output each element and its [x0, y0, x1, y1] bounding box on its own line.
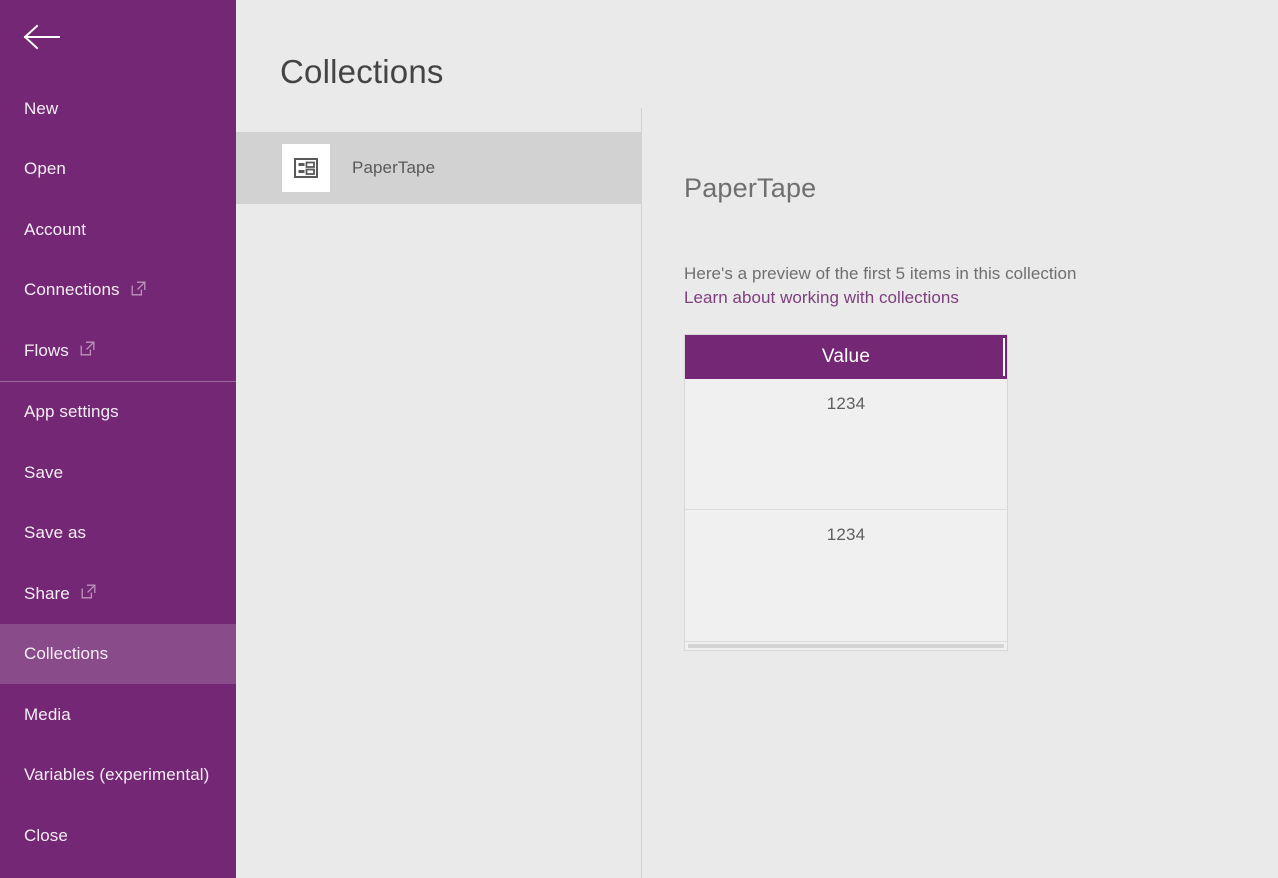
sidebar-item-share[interactable]: Share	[0, 563, 236, 624]
sidebar-item-connections[interactable]: Connections	[0, 260, 236, 321]
sidebar: New Open Account Connections Flows App settin…	[0, 0, 236, 878]
column-resize-handle[interactable]	[1003, 338, 1005, 376]
open-in-new-window-icon	[80, 341, 95, 361]
back-button[interactable]	[0, 0, 236, 78]
sidebar-item-variables-experimental[interactable]: Variables (experimental)	[0, 745, 236, 806]
open-in-new-window-icon	[81, 584, 96, 604]
panel-divider	[641, 108, 642, 878]
sidebar-item-label: Connections	[24, 281, 120, 298]
table-grid-icon	[282, 144, 330, 192]
sidebar-item-save[interactable]: Save	[0, 442, 236, 503]
sidebar-item-label: App settings	[24, 403, 119, 420]
sidebar-item-label: Collections	[24, 645, 108, 662]
page-title: Collections	[280, 55, 444, 88]
table-cell: 1234	[827, 525, 866, 641]
collection-name-heading: PaperTape	[684, 175, 1278, 202]
scrollbar-thumb[interactable]	[688, 644, 1004, 648]
collection-list-item-label: PaperTape	[352, 158, 435, 178]
table-body: 1234 1234	[685, 379, 1007, 641]
sidebar-item-open[interactable]: Open	[0, 139, 236, 200]
table-header-row: Value	[685, 335, 1007, 379]
open-in-new-window-icon	[131, 281, 146, 301]
collection-list: PaperTape	[236, 132, 641, 878]
preview-note: Here's a preview of the first 5 items in…	[684, 264, 1278, 283]
sidebar-item-label: Variables (experimental)	[24, 766, 209, 783]
main-content: Collections PaperTape PaperTape Here's a…	[236, 0, 1278, 878]
table-row[interactable]: 1234	[685, 379, 1007, 510]
table-horizontal-scrollbar[interactable]	[685, 641, 1007, 650]
sidebar-item-close[interactable]: Close	[0, 805, 236, 866]
sidebar-item-label: New	[24, 100, 58, 117]
sidebar-item-save-as[interactable]: Save as	[0, 503, 236, 564]
learn-about-collections-link[interactable]: Learn about working with collections	[684, 288, 1278, 307]
sidebar-item-app-settings[interactable]: App settings	[0, 382, 236, 443]
sidebar-item-label: Save as	[24, 524, 86, 541]
sidebar-item-media[interactable]: Media	[0, 684, 236, 745]
sidebar-item-label: Close	[24, 827, 68, 844]
sidebar-nav-list: New Open Account Connections Flows App settin…	[0, 78, 236, 866]
sidebar-item-account[interactable]: Account	[0, 199, 236, 260]
sidebar-item-label: Flows	[24, 342, 69, 359]
arrow-left-icon	[22, 23, 62, 56]
collection-list-item[interactable]: PaperTape	[236, 132, 641, 204]
collection-detail-panel: PaperTape Here's a preview of the first …	[684, 0, 1278, 878]
sidebar-item-label: Save	[24, 464, 63, 481]
app-window: New Open Account Connections Flows App settin…	[0, 0, 1278, 878]
sidebar-item-flows[interactable]: Flows	[0, 320, 236, 381]
sidebar-item-collections[interactable]: Collections	[0, 624, 236, 685]
sidebar-item-label: Open	[24, 160, 66, 177]
sidebar-item-label: Media	[24, 706, 71, 723]
sidebar-item-label: Share	[24, 585, 70, 602]
column-header-value: Value	[822, 346, 870, 368]
sidebar-item-label: Account	[24, 221, 86, 238]
table-row[interactable]: 1234	[685, 510, 1007, 641]
table-cell: 1234	[827, 394, 866, 509]
sidebar-item-new[interactable]: New	[0, 78, 236, 139]
collection-preview-table: Value 1234 1234	[684, 334, 1008, 651]
